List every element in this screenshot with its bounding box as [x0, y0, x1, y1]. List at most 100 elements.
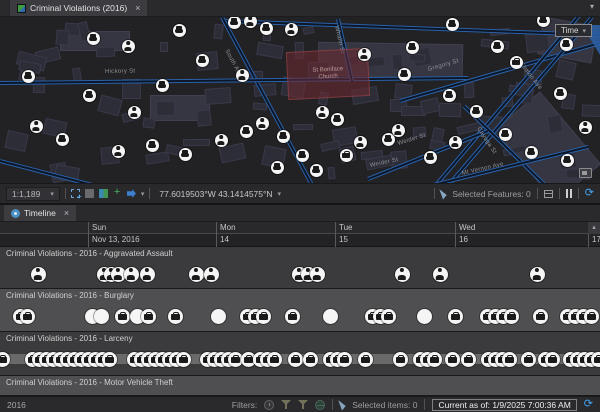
timeline-event[interactable]: [533, 309, 548, 324]
map-marker[interactable]: [228, 17, 241, 29]
timeline-event[interactable]: [337, 352, 352, 367]
timeline-tab-close-icon[interactable]: ×: [64, 208, 69, 218]
map-marker[interactable]: [510, 56, 523, 69]
map-marker[interactable]: [285, 23, 298, 36]
timeline-event[interactable]: [124, 267, 139, 282]
map-marker[interactable]: [112, 145, 125, 158]
funnel-filter-icon[interactable]: [281, 400, 291, 410]
timeline-event[interactable]: [310, 267, 325, 282]
timeline-event[interactable]: [20, 309, 35, 324]
map-marker[interactable]: [271, 161, 284, 174]
timeline-event[interactable]: [140, 267, 155, 282]
timeline-row[interactable]: Criminal Violations - 2016 - Aggravated …: [0, 247, 600, 289]
map-marker[interactable]: [244, 17, 257, 28]
map-marker[interactable]: [156, 79, 169, 92]
map-marker[interactable]: [392, 124, 405, 137]
attribute-table-icon[interactable]: [544, 190, 553, 198]
swap-tool-icon[interactable]: [99, 189, 108, 198]
map-marker[interactable]: [316, 106, 329, 119]
map-marker[interactable]: [256, 117, 269, 130]
map-marker[interactable]: [561, 154, 574, 167]
timeline-event[interactable]: [530, 267, 545, 282]
timeline-event[interactable]: [433, 267, 448, 282]
map-marker[interactable]: [554, 87, 567, 100]
timeline-event[interactable]: [115, 309, 130, 324]
map-marker[interactable]: [240, 125, 253, 138]
timeline-event[interactable]: [584, 309, 599, 324]
timeline-event[interactable]: [461, 352, 476, 367]
timeline-event[interactable]: [176, 352, 191, 367]
timeline-event[interactable]: [521, 352, 536, 367]
timeline-event[interactable]: [285, 309, 300, 324]
map-marker[interactable]: [128, 106, 141, 119]
map-marker[interactable]: [579, 121, 592, 134]
overview-window-icon[interactable]: [579, 168, 592, 178]
timeline-event[interactable]: [545, 352, 560, 367]
map-marker[interactable]: [83, 89, 96, 102]
map-marker[interactable]: [491, 40, 504, 53]
timeline-event[interactable]: [204, 267, 219, 282]
map-marker[interactable]: [398, 68, 411, 81]
timeline-event[interactable]: [303, 352, 318, 367]
map-marker[interactable]: [560, 38, 573, 51]
scale-combo[interactable]: 1:1,189 ▾: [6, 187, 60, 201]
refresh-icon[interactable]: ⟳: [584, 399, 593, 410]
timeline-event[interactable]: [417, 309, 432, 324]
map-marker[interactable]: [406, 41, 419, 54]
time-dropdown[interactable]: Time ▾: [555, 24, 592, 37]
timeline-event[interactable]: [189, 267, 204, 282]
funnel-clear-icon[interactable]: [298, 400, 308, 410]
map-marker[interactable]: [470, 105, 483, 118]
map-marker[interactable]: [446, 18, 459, 31]
timeline-event[interactable]: [211, 309, 226, 324]
map-marker[interactable]: [331, 113, 344, 126]
map-marker[interactable]: [215, 134, 228, 147]
tabbar-overflow-chevron-icon[interactable]: ▾: [590, 2, 594, 11]
timeline-event[interactable]: [448, 309, 463, 324]
map-marker[interactable]: [146, 139, 159, 152]
map-marker[interactable]: [443, 89, 456, 102]
timeline-event[interactable]: [267, 352, 282, 367]
map-marker[interactable]: [525, 146, 538, 159]
map-marker[interactable]: [173, 24, 186, 37]
map-marker[interactable]: [537, 17, 550, 27]
plus-tool-icon[interactable]: [113, 189, 122, 198]
map-marker[interactable]: [310, 164, 323, 177]
coordinates-readout[interactable]: 77.6019503°W 43.1414575°N ▾: [159, 189, 281, 199]
timeline-event[interactable]: [168, 309, 183, 324]
square-tool-icon[interactable]: [85, 189, 94, 198]
timeline-event[interactable]: [141, 309, 156, 324]
map-marker[interactable]: [122, 40, 135, 53]
timeline-event[interactable]: [102, 352, 117, 367]
globe-icon[interactable]: [315, 400, 325, 410]
map-marker[interactable]: [56, 133, 69, 146]
refresh-icon[interactable]: ⟳: [585, 188, 594, 199]
map-marker[interactable]: [22, 70, 35, 83]
timeline-event[interactable]: [395, 267, 410, 282]
map-tab-close-icon[interactable]: ×: [135, 3, 140, 13]
timeline-event[interactable]: [323, 309, 338, 324]
map-marker[interactable]: [196, 54, 209, 67]
map-marker[interactable]: [449, 136, 462, 149]
map-marker[interactable]: [340, 149, 353, 162]
timeline-tab[interactable]: Timeline ×: [4, 205, 76, 221]
timeline-event[interactable]: [0, 352, 10, 367]
timeline-row[interactable]: Criminal Violations - 2016 - Larceny: [0, 332, 600, 376]
map-marker[interactable]: [30, 120, 43, 133]
timeline-event[interactable]: [31, 267, 46, 282]
timeline-event[interactable]: [381, 309, 396, 324]
map-marker[interactable]: [296, 149, 309, 162]
map-view[interactable]: Hickory StSouth AveWhalin StGregory StS …: [0, 17, 600, 183]
select-rectangle-icon[interactable]: [71, 189, 80, 198]
timeline-event[interactable]: [502, 352, 517, 367]
map-marker[interactable]: [87, 32, 100, 45]
timeline-event[interactable]: [591, 352, 600, 367]
map-tab[interactable]: Criminal Violations (2016) ×: [10, 0, 147, 16]
scroll-up-button[interactable]: ▴: [588, 222, 600, 234]
map-marker[interactable]: [424, 151, 437, 164]
map-marker[interactable]: [358, 48, 371, 61]
timeline-event[interactable]: [427, 352, 442, 367]
pause-icon[interactable]: [566, 189, 572, 198]
timeline-event[interactable]: [393, 352, 408, 367]
timeline-event[interactable]: [358, 352, 373, 367]
